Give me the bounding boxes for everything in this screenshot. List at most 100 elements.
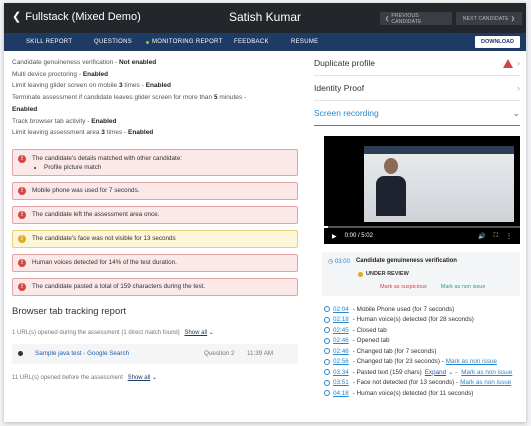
urls-during-text: 1 URL(s) opened during the assessment (1…: [12, 329, 180, 336]
proctoring-settings: Candidate genuineness verification - Not…: [12, 57, 298, 139]
alert-subitem: Profile picture match: [44, 164, 291, 171]
event-row: 02:18- Human voice(s) detected (for 28 s…: [324, 315, 520, 326]
alert-text: The candidate's face was not visible for…: [32, 235, 176, 243]
event-time[interactable]: 03:51: [333, 379, 349, 386]
browser-icon: [18, 351, 23, 357]
genuineness-verification-card: ◷ 03:00 Candidate genuineness verificati…: [322, 252, 520, 296]
left-panel: Candidate genuineness verification - Not…: [4, 51, 306, 422]
alert-human-voices: ! Human voices detected for 14% of the te…: [12, 253, 298, 272]
identity-proof-section[interactable]: Identity Proof ›: [314, 76, 520, 101]
urls-before-text: 11 URL(s) opened before the assessment: [12, 374, 123, 381]
mark-suspicious-link[interactable]: Mark as suspicious: [380, 284, 427, 290]
genuine-time[interactable]: ◷ 03:00: [328, 258, 350, 265]
url-row: Sample java test - Google Search Questio…: [12, 343, 298, 364]
event-text: - Opened tab: [352, 337, 390, 345]
event-text: - Changed tab (for 7 seconds): [352, 347, 437, 355]
tab-label: RESUME: [291, 39, 319, 45]
event-time[interactable]: 02:56: [333, 358, 349, 365]
alert-text: Human voices detected for 14% of the tes…: [32, 259, 177, 267]
event-time[interactable]: 02:18: [333, 316, 349, 323]
url-time: 11:39 AM: [247, 350, 274, 358]
play-icon[interactable]: ▶: [332, 233, 337, 240]
clock-icon: [324, 379, 330, 386]
show-all-link[interactable]: Show all: [128, 375, 151, 381]
download-button[interactable]: DOWNLOAD: [475, 36, 520, 48]
chevron-down-icon: ⌄: [512, 107, 520, 118]
tab-monitoring-report[interactable]: MONITORING REPORT: [146, 33, 223, 51]
event-text: - Face not detected (for 13 seconds) -: [352, 379, 459, 387]
event-text: - Human voice(s) detected (for 11 second…: [352, 389, 474, 397]
error-icon: !: [18, 258, 26, 267]
setting-line: Candidate genuineness verification - Not…: [12, 59, 157, 66]
chevron-left-icon: ❮: [385, 15, 390, 22]
clock-icon: [324, 306, 330, 313]
error-icon: !: [18, 282, 26, 291]
event-time[interactable]: 02:46: [333, 337, 349, 344]
expand-link[interactable]: Expand: [425, 369, 446, 376]
mark-non-issue-link[interactable]: Mark as non issue: [441, 284, 486, 290]
fullscreen-icon[interactable]: ⛶: [494, 233, 498, 240]
tab-questions[interactable]: QUESTIONS: [94, 33, 132, 51]
active-dot-icon: [146, 40, 149, 44]
clock-icon: [324, 316, 330, 323]
alert-text: The candidate left the assessment area o…: [32, 211, 160, 219]
tab-feedback[interactable]: FEEDBACK: [234, 33, 269, 51]
next-candidate-button[interactable]: NEXT CANDIDATE ❯: [456, 12, 522, 25]
event-row: 03:34- Pasted text (159 chars) Expand ⌄ -M…: [324, 367, 520, 378]
show-all-link[interactable]: Show all: [184, 330, 207, 336]
clock-icon: [324, 390, 330, 397]
previous-candidate-button[interactable]: ❮ PREVIOUS CANDIDATE: [380, 12, 452, 25]
setting-line: Track browser tab activity - Enabled: [12, 117, 117, 125]
tab-label: SKILL REPORT: [26, 39, 73, 45]
event-time[interactable]: 02:46: [333, 348, 349, 355]
top-bar: ❮ Fullstack (Mixed Demo) Satish Kumar ❮ …: [4, 3, 526, 33]
event-row: 02:46- Opened tab: [324, 336, 520, 347]
tab-label: FEEDBACK: [234, 39, 269, 45]
chevron-right-icon: ›: [517, 58, 520, 68]
mark-non-issue-link[interactable]: Mark as non issue: [460, 379, 511, 386]
mark-non-issue-link[interactable]: Mark as non issue: [446, 358, 497, 365]
error-icon: !: [18, 186, 26, 195]
event-text: - Human voice(s) detected (for 28 second…: [352, 316, 474, 324]
setting-line: Limit leaving glider screen on mobile 3 …: [12, 82, 171, 90]
section-label: Identity Proof: [314, 83, 365, 93]
url-link[interactable]: Sample java test - Google Search: [35, 350, 129, 357]
tab-resume[interactable]: RESUME: [291, 33, 318, 51]
next-candidate-label: NEXT CANDIDATE: [462, 15, 509, 22]
event-time[interactable]: 03:34: [333, 369, 349, 376]
mark-non-issue-link[interactable]: Mark as non issue: [461, 369, 512, 376]
event-time[interactable]: 04:18: [333, 390, 349, 397]
chevron-right-icon: ›: [517, 83, 520, 93]
clock-icon: ◷: [328, 259, 334, 265]
previous-candidate-label: PREVIOUS CANDIDATE: [391, 12, 422, 25]
volume-icon[interactable]: 🔊: [478, 233, 485, 240]
tab-label: QUESTIONS: [94, 39, 133, 45]
alert-text: The candidate pasted a total of 159 char…: [32, 283, 206, 291]
warning-icon: !: [18, 234, 26, 243]
section-label: Duplicate profile: [314, 58, 375, 68]
event-time[interactable]: 02:45: [333, 327, 349, 334]
event-row: 02:04- Mobile Phone used (for 7 seconds): [324, 304, 520, 315]
app-frame: ❮ Fullstack (Mixed Demo) Satish Kumar ❮ …: [4, 3, 526, 422]
event-time[interactable]: 02:04: [333, 306, 349, 313]
event-row: 02:46- Changed tab (for 7 seconds): [324, 346, 520, 357]
more-icon[interactable]: ⋮: [506, 233, 512, 240]
event-row: 03:51- Face not detected (for 13 seconds…: [324, 378, 520, 389]
setting-line: Limit leaving assessment area 3 times - …: [12, 129, 154, 137]
warning-triangle-icon: [503, 58, 513, 68]
duplicate-profile-section[interactable]: Duplicate profile ›: [314, 51, 520, 76]
clock-icon: [324, 369, 330, 376]
status-dot-icon: [358, 271, 363, 277]
event-row: 02:56- Changed tab (for 23 seconds) - Mar…: [324, 357, 520, 368]
chevron-down-icon: ⌄: [207, 329, 214, 336]
alerts-list: ! The candidate's details matched with o…: [12, 148, 298, 296]
screen-recording-player[interactable]: ▶ 0:00 / 5:02 🔊 ⛶ ⋮: [324, 136, 520, 244]
error-icon: !: [18, 210, 26, 219]
webcam-person: [376, 158, 406, 218]
genuine-title: Candidate genuineness verification: [355, 258, 457, 264]
screen-recording-section[interactable]: Screen recording ⌄: [314, 101, 520, 126]
tab-skill-report[interactable]: SKILL REPORT: [26, 33, 72, 51]
chevron-down-icon: ⌄: [150, 374, 158, 381]
urls-before-note: 11 URL(s) opened before the assessment S…: [12, 374, 298, 381]
alert-duplicate-match: ! The candidate's details matched with o…: [12, 148, 298, 176]
